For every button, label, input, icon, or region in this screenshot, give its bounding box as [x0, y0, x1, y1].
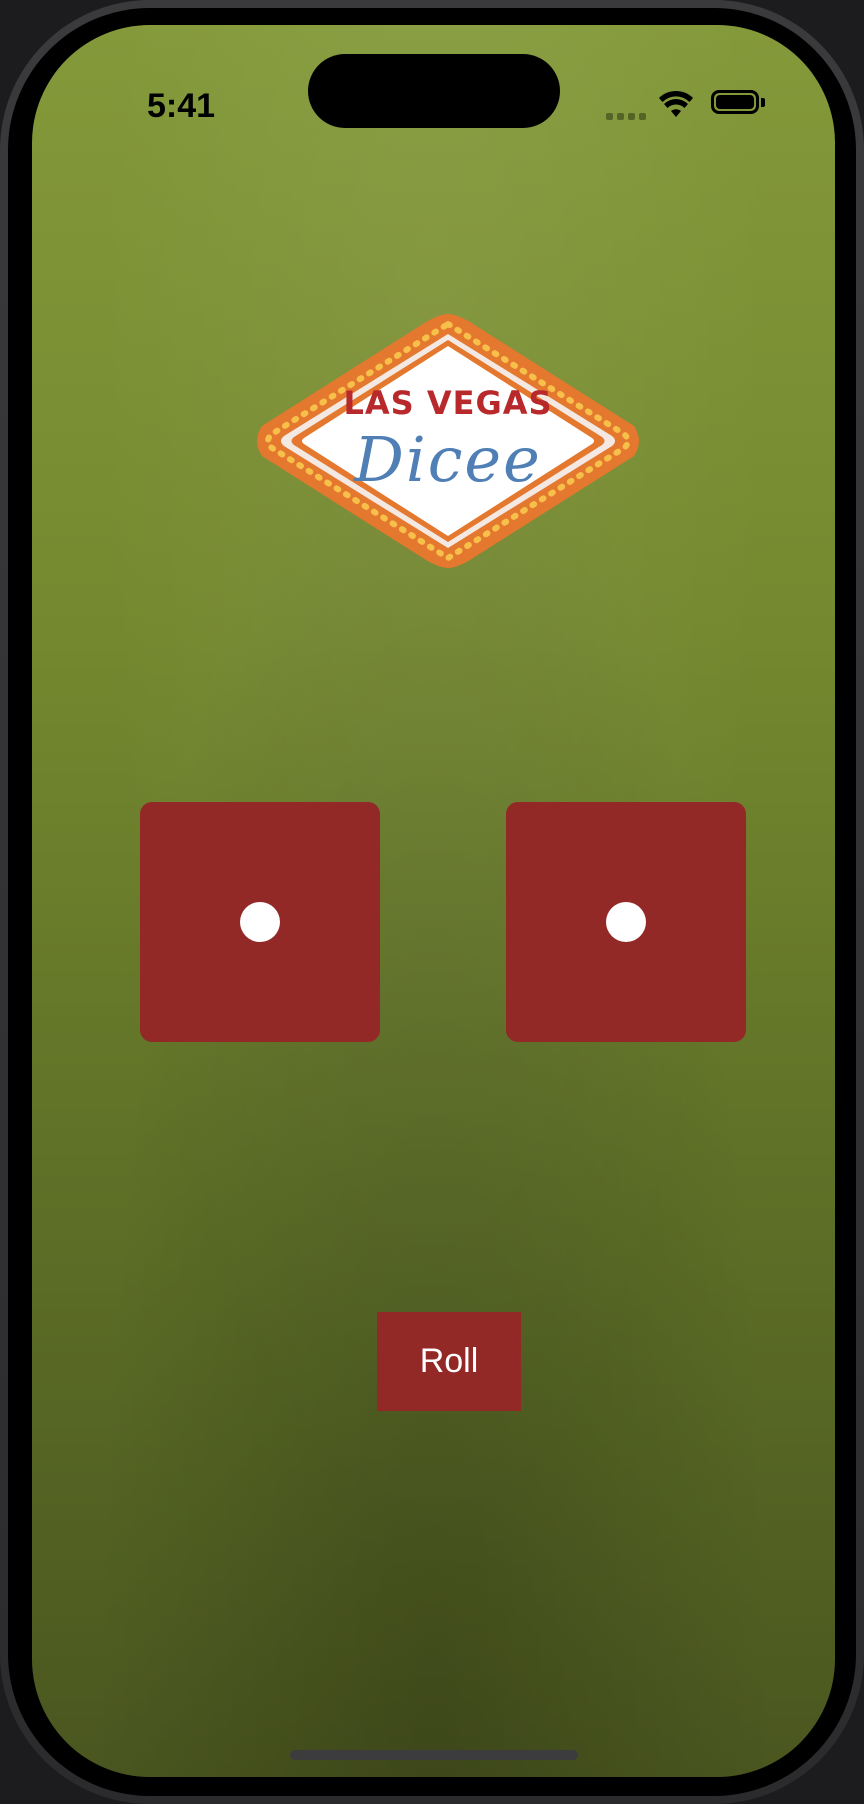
- home-indicator[interactable]: [290, 1750, 578, 1760]
- roll-button[interactable]: Roll: [377, 1312, 521, 1411]
- logo-las-vegas-text: LAS VEGAS: [343, 384, 553, 422]
- die-pip: [606, 902, 646, 942]
- dynamic-island: [308, 54, 560, 128]
- wifi-icon: [658, 90, 694, 123]
- die-pip: [240, 902, 280, 942]
- battery-tip: [761, 98, 765, 107]
- phone-frame: 5:41 LAS VEGAS Dicee Roll: [0, 0, 864, 1804]
- left-die: [140, 802, 380, 1042]
- cellular-signal-icon: [606, 113, 646, 120]
- status-time: 5:41: [147, 87, 216, 125]
- las-vegas-dicee-logo: LAS VEGAS Dicee: [250, 310, 646, 572]
- battery-icon: [711, 90, 759, 114]
- right-die: [506, 802, 746, 1042]
- app-screen: 5:41 LAS VEGAS Dicee Roll: [32, 25, 835, 1777]
- logo-dicee-text: Dicee: [354, 423, 542, 496]
